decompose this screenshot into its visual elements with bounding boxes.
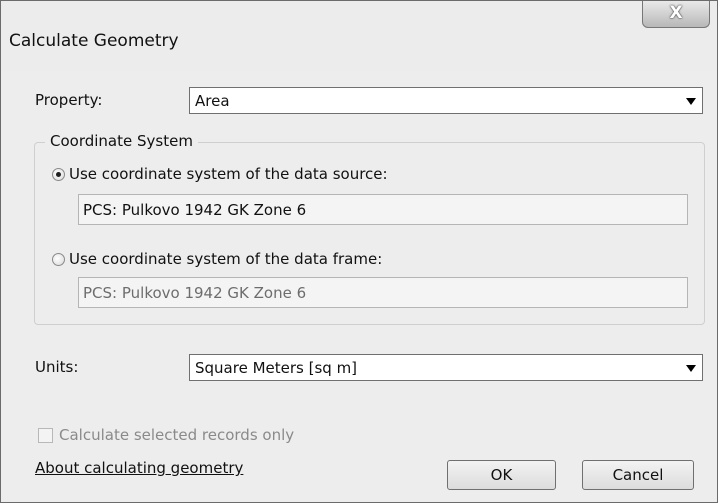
selected-records-only-option: Calculate selected records only — [38, 426, 294, 444]
data-source-coordinate-value: PCS: Pulkovo 1942 GK Zone 6 — [83, 201, 307, 219]
about-calculating-geometry-link[interactable]: About calculating geometry — [35, 459, 243, 477]
coordinate-system-legend: Coordinate System — [45, 132, 198, 150]
chevron-down-icon — [686, 365, 696, 372]
ok-button[interactable]: OK — [447, 460, 556, 490]
window-title: Calculate Geometry — [9, 31, 179, 51]
radio-data-frame[interactable]: Use coordinate system of the data frame: — [52, 250, 382, 268]
radio-button-unchecked[interactable] — [52, 252, 65, 266]
close-button[interactable]: X — [642, 1, 710, 28]
close-icon: X — [669, 3, 683, 23]
radio-data-frame-label: Use coordinate system of the data frame: — [69, 250, 383, 268]
property-dropdown[interactable]: Area — [189, 87, 703, 114]
radio-data-source-label: Use coordinate system of the data source… — [69, 165, 388, 183]
data-frame-coordinate-field: PCS: Pulkovo 1942 GK Zone 6 — [78, 277, 688, 308]
calculate-geometry-dialog: Calculate Geometry X Property: Area Coor… — [0, 0, 718, 503]
data-frame-coordinate-value: PCS: Pulkovo 1942 GK Zone 6 — [83, 284, 307, 302]
data-source-coordinate-field: PCS: Pulkovo 1942 GK Zone 6 — [78, 194, 688, 225]
selected-records-checkbox — [38, 427, 53, 443]
units-dropdown-value: Square Meters [sq m] — [195, 359, 358, 377]
property-dropdown-value: Area — [195, 92, 230, 110]
radio-data-source[interactable]: Use coordinate system of the data source… — [52, 165, 388, 183]
title-bar: Calculate Geometry X — [1, 1, 717, 71]
units-dropdown[interactable]: Square Meters [sq m] — [189, 354, 703, 381]
cancel-button[interactable]: Cancel — [582, 460, 694, 490]
units-label: Units: — [35, 358, 79, 376]
property-label: Property: — [35, 91, 103, 109]
radio-button-checked[interactable] — [52, 167, 65, 181]
chevron-down-icon — [686, 98, 696, 105]
selected-records-label: Calculate selected records only — [59, 426, 295, 444]
